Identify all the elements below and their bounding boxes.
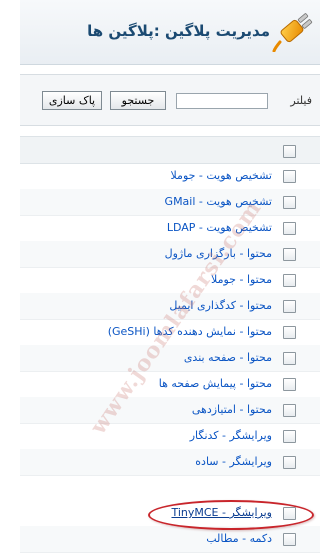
plugin-link[interactable]: تشخیص هویت - LDAP bbox=[167, 221, 272, 234]
plugin-link[interactable]: محتوا - پیمایش صفحه ها bbox=[159, 377, 272, 390]
filter-input[interactable] bbox=[176, 93, 268, 109]
row-checkbox[interactable] bbox=[283, 507, 296, 520]
row-checkbox[interactable] bbox=[283, 222, 296, 235]
table-row: محتوا - کدگذاری ایمیل bbox=[20, 293, 320, 320]
row-checkbox[interactable] bbox=[283, 404, 296, 417]
row-checkbox[interactable] bbox=[283, 274, 296, 287]
plugin-link[interactable]: تشخیص هویت - GMail bbox=[165, 195, 272, 208]
table-header bbox=[20, 136, 320, 164]
search-button[interactable]: جستجو bbox=[110, 91, 166, 110]
plugin-link[interactable]: ویرایشگر - ساده bbox=[195, 455, 272, 468]
table-row: تشخیص هویت - LDAP bbox=[20, 215, 320, 242]
table-row: محتوا - امتیازدهی bbox=[20, 397, 320, 424]
plugin-link[interactable]: ویرایشگر - کدنگار bbox=[190, 429, 272, 442]
row-checkbox[interactable] bbox=[283, 196, 296, 209]
filter-label: فیلتر bbox=[290, 94, 312, 107]
table-row: دکمه - مطالب bbox=[20, 526, 320, 553]
row-checkbox[interactable] bbox=[283, 248, 296, 261]
plugin-link[interactable]: محتوا - نمایش دهنده کدها (GeSHi) bbox=[108, 325, 272, 338]
plugin-link[interactable]: ویرایشگر - TinyMCE bbox=[171, 506, 272, 519]
plugin-link[interactable]: محتوا - بارگزاری ماژول bbox=[165, 247, 272, 260]
table-row: محتوا - نمایش دهنده کدها (GeSHi) bbox=[20, 319, 320, 346]
table-row: محتوا - صفحه بندی bbox=[20, 345, 320, 372]
plug-icon bbox=[272, 13, 313, 52]
plugin-link[interactable]: محتوا - صفحه بندی bbox=[184, 351, 272, 364]
page-title: مدیریت پلاگین :پلاگین ها bbox=[87, 22, 270, 40]
row-checkbox[interactable] bbox=[283, 456, 296, 469]
plugin-link[interactable]: تشخیص هویت - جوملا bbox=[170, 169, 272, 182]
table-row: تشخیص هویت - جوملا bbox=[20, 163, 320, 190]
table-row: ویرایشگر - TinyMCE bbox=[20, 500, 320, 527]
table-row: تشخیص هویت - GMail bbox=[20, 189, 320, 216]
plugin-link[interactable]: محتوا - امتیازدهی bbox=[192, 403, 272, 416]
plugin-link[interactable]: محتوا - کدگذاری ایمیل bbox=[169, 299, 272, 312]
table-row: محتوا - جوملا bbox=[20, 267, 320, 294]
table-row: محتوا - پیمایش صفحه ها bbox=[20, 371, 320, 398]
table-row: محتوا - بارگزاری ماژول bbox=[20, 241, 320, 268]
row-checkbox[interactable] bbox=[283, 326, 296, 339]
filter-bar: فیلتر جستجو پاک سازی bbox=[20, 74, 320, 126]
plugin-link[interactable]: دکمه - مطالب bbox=[206, 532, 272, 545]
select-all-checkbox[interactable] bbox=[283, 145, 296, 158]
table-row: ویرایشگر - کدنگار bbox=[20, 423, 320, 450]
reset-button[interactable]: پاک سازی bbox=[42, 91, 102, 110]
row-checkbox[interactable] bbox=[283, 430, 296, 443]
row-checkbox[interactable] bbox=[283, 378, 296, 391]
table-row: ویرایشگر - ساده bbox=[20, 449, 320, 476]
header-spacer bbox=[20, 65, 320, 74]
page-header: مدیریت پلاگین :پلاگین ها bbox=[20, 0, 320, 65]
row-checkbox[interactable] bbox=[283, 352, 296, 365]
row-checkbox[interactable] bbox=[283, 170, 296, 183]
row-checkbox[interactable] bbox=[283, 533, 296, 546]
plugin-link[interactable]: محتوا - جوملا bbox=[211, 273, 272, 286]
row-checkbox[interactable] bbox=[283, 300, 296, 313]
